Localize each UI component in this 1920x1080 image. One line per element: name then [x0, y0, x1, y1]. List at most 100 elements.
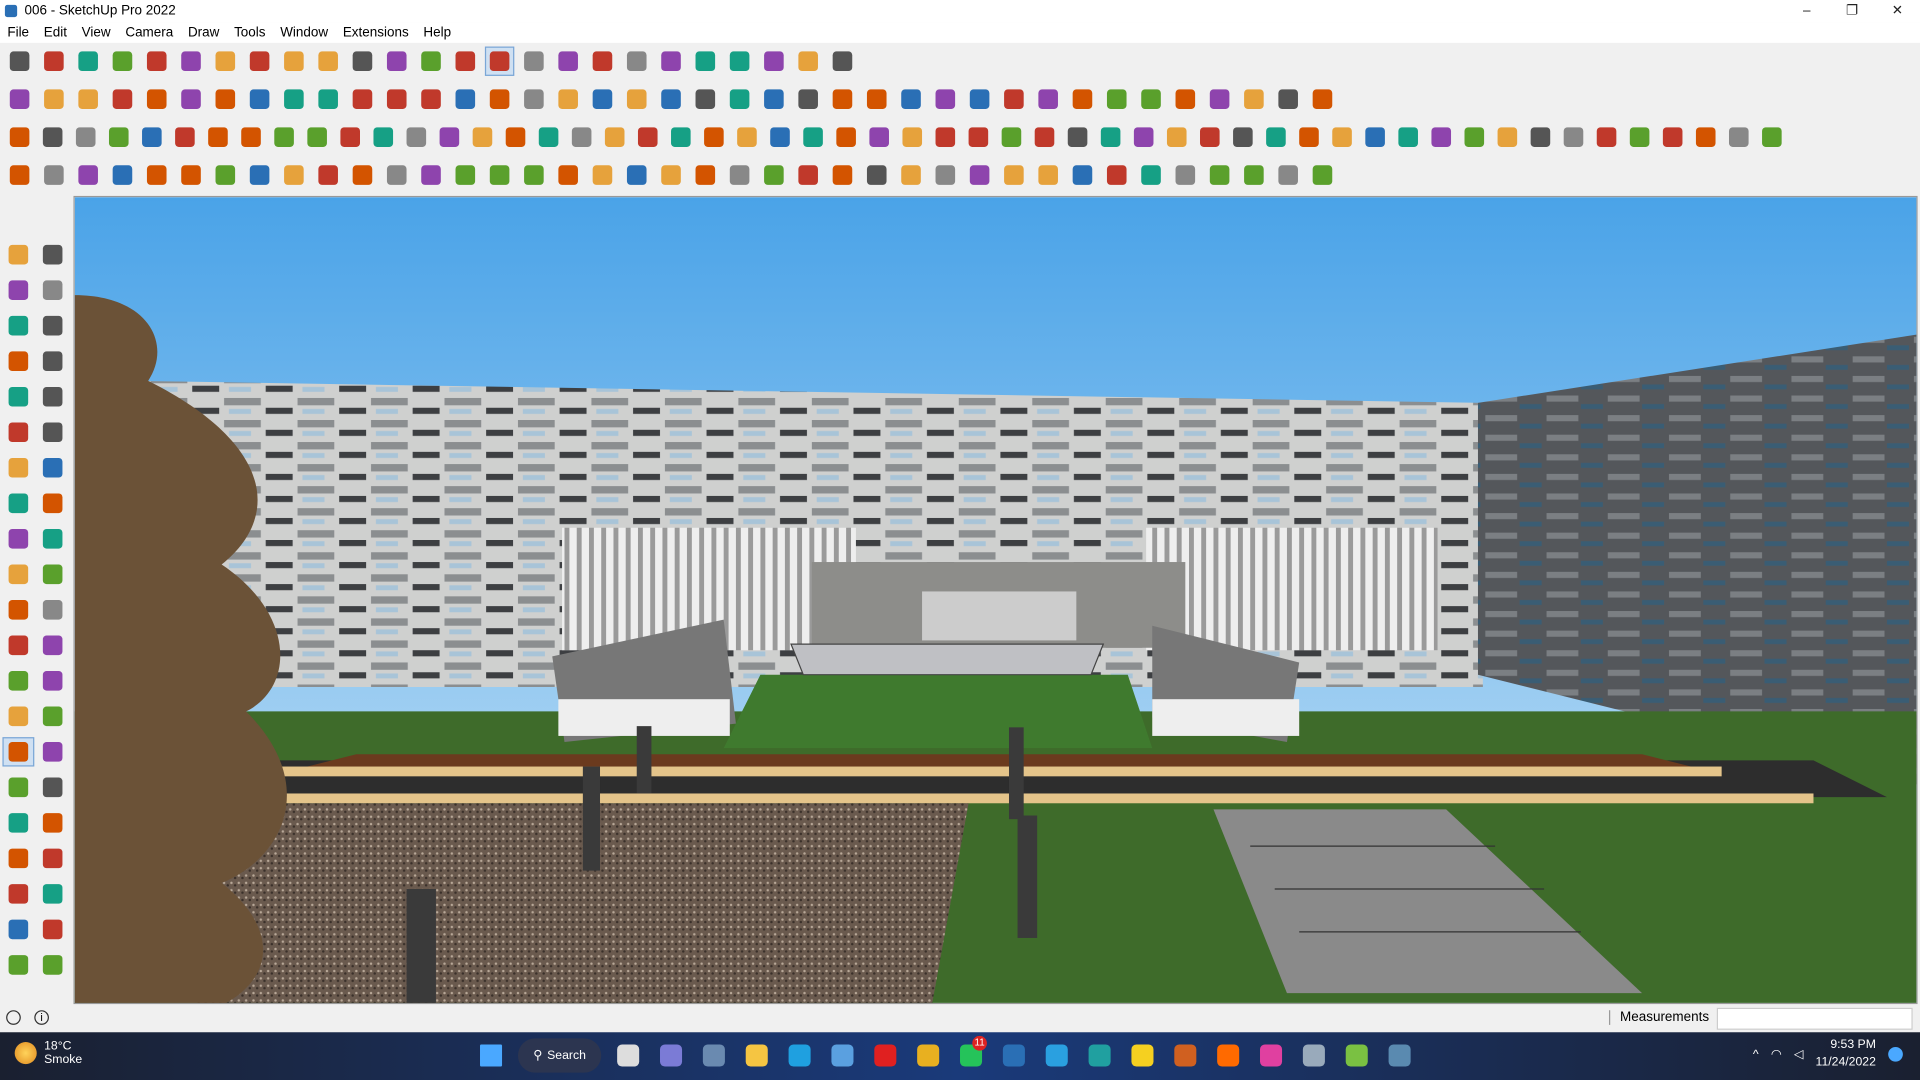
bezier-button[interactable] — [931, 122, 960, 151]
taskbar-soundcloud[interactable] — [1212, 1038, 1244, 1072]
section-fill-button[interactable] — [519, 84, 548, 113]
select-button[interactable] — [2, 240, 34, 269]
previous-view-button[interactable] — [37, 808, 69, 837]
table-button[interactable] — [38, 122, 67, 151]
taskbar-sketchup[interactable] — [998, 1038, 1030, 1072]
top-view-button[interactable] — [39, 84, 68, 113]
stairs-button[interactable] — [1625, 122, 1654, 151]
push-green-button[interactable] — [1136, 84, 1165, 113]
plane-button[interactable] — [1273, 84, 1302, 113]
mask-button[interactable] — [1195, 122, 1224, 151]
hook2-button[interactable] — [416, 160, 445, 189]
extension-warehouse-button[interactable] — [37, 915, 69, 944]
layer-blue2-button[interactable] — [39, 160, 68, 189]
undo-red-button[interactable] — [862, 160, 891, 189]
components-button[interactable] — [2, 311, 34, 340]
house-button[interactable] — [1308, 84, 1337, 113]
corner2-button[interactable] — [1294, 122, 1323, 151]
iso-view-button[interactable] — [5, 84, 34, 113]
menu-draw[interactable]: Draw — [181, 25, 227, 40]
align-button[interactable] — [732, 122, 761, 151]
minimize-button[interactable]: – — [1784, 0, 1829, 22]
lasso-button[interactable] — [691, 160, 720, 189]
taskbar-store[interactable] — [827, 1038, 859, 1072]
leaf-button[interactable] — [1559, 122, 1588, 151]
arc2-button[interactable] — [37, 453, 69, 482]
push-red-button[interactable] — [1102, 84, 1131, 113]
ruler-button[interactable] — [1658, 122, 1687, 151]
dome-button[interactable] — [203, 122, 232, 151]
menu-help[interactable]: Help — [416, 25, 458, 40]
fence-button[interactable] — [1460, 122, 1489, 151]
taskbar-utorrent[interactable] — [1341, 1038, 1373, 1072]
stack-button[interactable] — [1033, 84, 1062, 113]
taskbar-layout[interactable] — [1384, 1038, 1416, 1072]
arrow-left-button[interactable] — [1592, 122, 1621, 151]
eraser2-button[interactable] — [965, 84, 994, 113]
scale-button[interactable] — [2, 595, 34, 624]
arc3-button[interactable] — [793, 84, 822, 113]
solid-union-button[interactable] — [553, 84, 582, 113]
explode-button[interactable] — [302, 122, 331, 151]
sphere2-button[interactable] — [435, 122, 464, 151]
parallelogram-button[interactable] — [759, 84, 788, 113]
walk-button[interactable] — [2, 879, 34, 908]
search-button[interactable]: ⚲ Search — [517, 1038, 602, 1073]
layer-red-button[interactable] — [142, 160, 171, 189]
orbit-button[interactable] — [484, 46, 515, 76]
model-viewport[interactable] — [73, 195, 1918, 1005]
restore-button[interactable]: ❐ — [1829, 0, 1874, 22]
menu-edit[interactable]: Edit — [36, 25, 74, 40]
cube-1-button[interactable] — [336, 122, 365, 151]
pan-button[interactable] — [519, 47, 548, 76]
grid-button[interactable] — [1068, 160, 1097, 189]
line-button[interactable] — [108, 47, 137, 76]
freehand-button[interactable] — [37, 347, 69, 376]
lasso2-button[interactable] — [725, 160, 754, 189]
rectangle-button[interactable] — [176, 47, 205, 76]
grid3-button[interactable] — [1171, 160, 1200, 189]
sandbox-button[interactable] — [793, 47, 822, 76]
paint-bucket-button[interactable] — [2, 276, 34, 305]
profile-button[interactable] — [759, 47, 788, 76]
tree-button[interactable] — [896, 160, 925, 189]
shape-bender-button[interactable] — [896, 84, 925, 113]
back-view-button[interactable] — [142, 84, 171, 113]
eraser-button[interactable] — [37, 276, 69, 305]
components2-button[interactable] — [1308, 160, 1337, 189]
back-edges-button[interactable] — [245, 84, 274, 113]
circle-dash-button[interactable] — [1273, 160, 1302, 189]
gear-button[interactable] — [1063, 122, 1092, 151]
taskbar-grammarly[interactable] — [1169, 1038, 1201, 1072]
loft-3-button[interactable] — [666, 122, 695, 151]
menu-window[interactable]: Window — [273, 25, 336, 40]
frame2-button[interactable] — [831, 122, 860, 151]
curve-2-button[interactable] — [567, 122, 596, 151]
hook-button[interactable] — [1129, 122, 1158, 151]
monochrome-button[interactable] — [416, 84, 445, 113]
close-button[interactable]: ✕ — [1875, 0, 1920, 22]
hidden-line-button[interactable] — [313, 84, 342, 113]
wireframe-button[interactable] — [279, 84, 308, 113]
arc3-button[interactable] — [37, 489, 69, 518]
show-hidden-icons-icon[interactable]: ^ — [1753, 1048, 1759, 1061]
loft-2-button[interactable] — [633, 122, 662, 151]
ring-button[interactable] — [71, 122, 100, 151]
line2-button[interactable] — [1327, 122, 1356, 151]
glove-button[interactable] — [1526, 122, 1555, 151]
fork2-button[interactable] — [1724, 122, 1753, 151]
rectangle-button[interactable] — [2, 382, 34, 411]
protractor-button[interactable] — [2, 666, 34, 695]
move-button[interactable] — [2, 524, 34, 553]
cloth-button[interactable] — [1096, 122, 1125, 151]
taskbar-edge[interactable] — [784, 1038, 816, 1072]
zoom-extents-button[interactable] — [2, 808, 34, 837]
cone-button[interactable] — [588, 160, 617, 189]
xray-button[interactable] — [211, 84, 240, 113]
ring-button[interactable] — [828, 84, 857, 113]
taskbar-monitor[interactable] — [1298, 1038, 1330, 1072]
pen-button[interactable] — [588, 84, 617, 113]
knife-button[interactable] — [1228, 122, 1257, 151]
text-button[interactable] — [37, 666, 69, 695]
arc-button[interactable] — [142, 47, 171, 76]
